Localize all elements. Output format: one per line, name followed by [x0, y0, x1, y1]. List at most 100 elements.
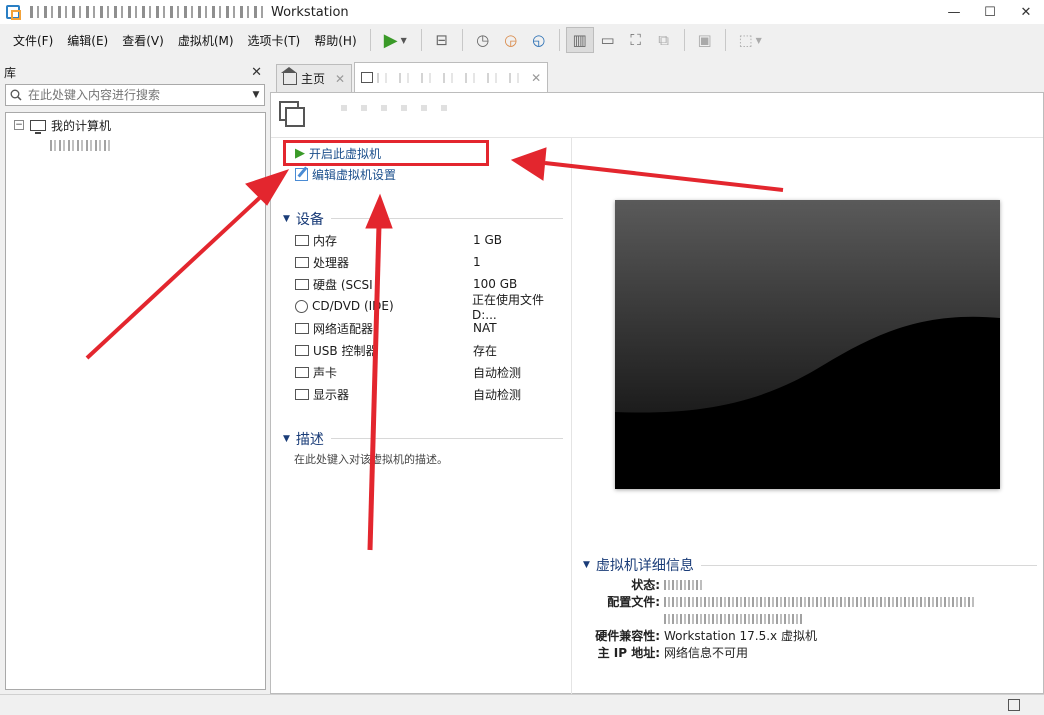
search-dropdown-icon[interactable]: ▼	[248, 90, 264, 100]
device-value: NAT	[473, 321, 497, 335]
divider	[271, 137, 1043, 138]
edit-settings-link[interactable]: 编辑虚拟机设置	[295, 165, 396, 183]
library-tree: − 我的计算机	[5, 112, 266, 690]
home-icon	[281, 66, 297, 85]
usb-icon	[295, 344, 309, 356]
full-screen-icon[interactable]: ⛶	[622, 27, 650, 53]
tab-close-icon[interactable]: ✕	[335, 72, 345, 86]
collapse-icon: ▼	[583, 560, 590, 570]
cpu-icon	[295, 256, 309, 268]
stretch-dropdown-icon[interactable]: ▼	[756, 36, 770, 45]
cd-dvd-icon	[295, 299, 308, 313]
library-search[interactable]: ▼	[5, 84, 265, 106]
tree-item-vm[interactable]	[6, 135, 265, 155]
show-library-icon[interactable]: ▥	[565, 27, 594, 53]
device-row-sound[interactable]: 声卡 自动检测	[295, 361, 565, 383]
device-row-network[interactable]: 网络适配器 NAT	[295, 317, 565, 339]
minimize-button[interactable]: —	[936, 0, 972, 24]
window-controls: — ☐ ✕	[936, 0, 1044, 24]
device-row-memory[interactable]: 内存 1 GB	[295, 229, 565, 251]
collapse-icon: ▼	[283, 214, 290, 224]
menu-file[interactable]: 文件(F)	[6, 32, 60, 49]
device-name: 处理器	[313, 255, 350, 270]
devices-title: 设备	[295, 212, 324, 228]
redacted-state-value	[664, 579, 702, 590]
vm-details-header[interactable]: ▼ 虚拟机详细信息	[583, 555, 694, 575]
computer-icon	[30, 119, 46, 134]
divider	[331, 438, 563, 439]
search-icon	[10, 89, 22, 101]
menu-help[interactable]: 帮助(H)	[307, 32, 363, 49]
status-bar	[0, 694, 1044, 715]
device-name: 声卡	[313, 365, 338, 380]
detail-label: 状态:	[631, 578, 660, 592]
network-adapter-icon	[295, 322, 309, 334]
main-panel: 主页 ✕ ✕ ▶ 开启此虚拟机 编辑虚拟机设置 ▼ 设备 内存 1 GB 处理器…	[270, 62, 1044, 694]
menu-vm[interactable]: 虚拟机(M)	[171, 32, 241, 49]
redacted-vm-name	[50, 139, 112, 151]
detail-state: 状态:	[571, 576, 702, 593]
tree-item-my-computer[interactable]: − 我的计算机	[6, 115, 265, 135]
device-value: 1 GB	[473, 233, 502, 247]
tree-collapse-icon[interactable]: −	[14, 120, 24, 130]
tab-home[interactable]: 主页 ✕	[276, 64, 353, 92]
device-row-cd-dvd[interactable]: CD/DVD (IDE) 正在使用文件 D:...	[295, 293, 565, 322]
menu-tabs[interactable]: 选项卡(T)	[241, 32, 308, 49]
detail-label: 配置文件:	[607, 595, 660, 609]
redacted-tab-name	[377, 72, 528, 83]
snapshot-manager-icon[interactable]: ◵	[525, 27, 553, 53]
edit-settings-label: 编辑虚拟机设置	[312, 167, 397, 182]
annotation-highlight-box	[283, 140, 489, 166]
memory-icon	[295, 234, 309, 246]
toolbar-separator	[558, 29, 560, 51]
vmware-logo-icon	[6, 5, 21, 20]
tab-bar: 主页 ✕ ✕	[270, 62, 1044, 92]
vm-icon	[361, 72, 374, 83]
snapshot-icon[interactable]: ◷	[469, 27, 497, 53]
description-placeholder[interactable]: 在此处键入对该虚拟机的描述。	[294, 451, 448, 467]
detail-config-file-cont	[571, 610, 804, 627]
vm-screen-thumbnail[interactable]	[615, 200, 1000, 489]
console-view-icon[interactable]: ▣	[691, 27, 719, 53]
device-row-display[interactable]: 显示器 自动检测	[295, 383, 565, 405]
send-ctrl-alt-del-icon[interactable]: ⊟	[428, 27, 456, 53]
library-close-icon[interactable]: ✕	[251, 65, 262, 80]
message-log-icon[interactable]	[1008, 699, 1020, 711]
hard-disk-icon	[295, 278, 309, 290]
detail-ip: 主 IP 地址: 网络信息不可用	[571, 644, 748, 661]
device-row-usb[interactable]: USB 控制器 存在	[295, 339, 565, 361]
sound-card-icon	[295, 366, 309, 378]
device-value: 100 GB	[473, 277, 518, 291]
tab-vm[interactable]: ✕	[354, 62, 549, 92]
device-name: 显示器	[313, 387, 350, 402]
device-row-cpu[interactable]: 处理器 1	[295, 251, 565, 273]
description-header[interactable]: ▼ 描述	[283, 429, 324, 449]
tab-close-icon[interactable]: ✕	[531, 71, 541, 85]
menu-edit[interactable]: 编辑(E)	[60, 32, 115, 49]
unity-icon[interactable]: ⧉	[650, 27, 678, 53]
device-name: 网络适配器	[313, 321, 374, 336]
device-name: CD/DVD (IDE)	[312, 299, 394, 313]
revert-snapshot-icon[interactable]: ◶	[497, 27, 525, 53]
menu-bar: 文件(F) 编辑(E) 查看(V) 虚拟机(M) 选项卡(T) 帮助(H) ▶ …	[0, 24, 1044, 56]
detail-value: 网络信息不可用	[664, 646, 749, 660]
device-name: 硬盘 (SCSI	[313, 277, 373, 292]
thumbnail-bar-icon[interactable]: ▭	[594, 27, 622, 53]
menu-view[interactable]: 查看(V)	[115, 32, 171, 49]
devices-header[interactable]: ▼ 设备	[283, 209, 324, 229]
toolbar-separator	[461, 29, 463, 51]
device-value: 存在	[473, 343, 498, 358]
redacted-vm-title	[341, 105, 451, 111]
device-name: 内存	[313, 233, 338, 248]
toolbar-separator	[724, 29, 726, 51]
detail-compat: 硬件兼容性: Workstation 17.5.x 虚拟机	[571, 627, 817, 644]
window-title: Workstation	[271, 4, 349, 20]
close-button[interactable]: ✕	[1008, 0, 1044, 24]
library-search-input[interactable]	[28, 88, 248, 102]
title-bar: Workstation — ☐ ✕	[0, 0, 1044, 24]
divider	[701, 565, 1037, 566]
vm-details-title: 虚拟机详细信息	[595, 558, 694, 574]
maximize-button[interactable]: ☐	[972, 0, 1008, 24]
vm-summary: ▶ 开启此虚拟机 编辑虚拟机设置 ▼ 设备 内存 1 GB 处理器 1 硬盘 (…	[270, 92, 1044, 694]
power-dropdown-icon[interactable]: ▼	[401, 36, 415, 45]
